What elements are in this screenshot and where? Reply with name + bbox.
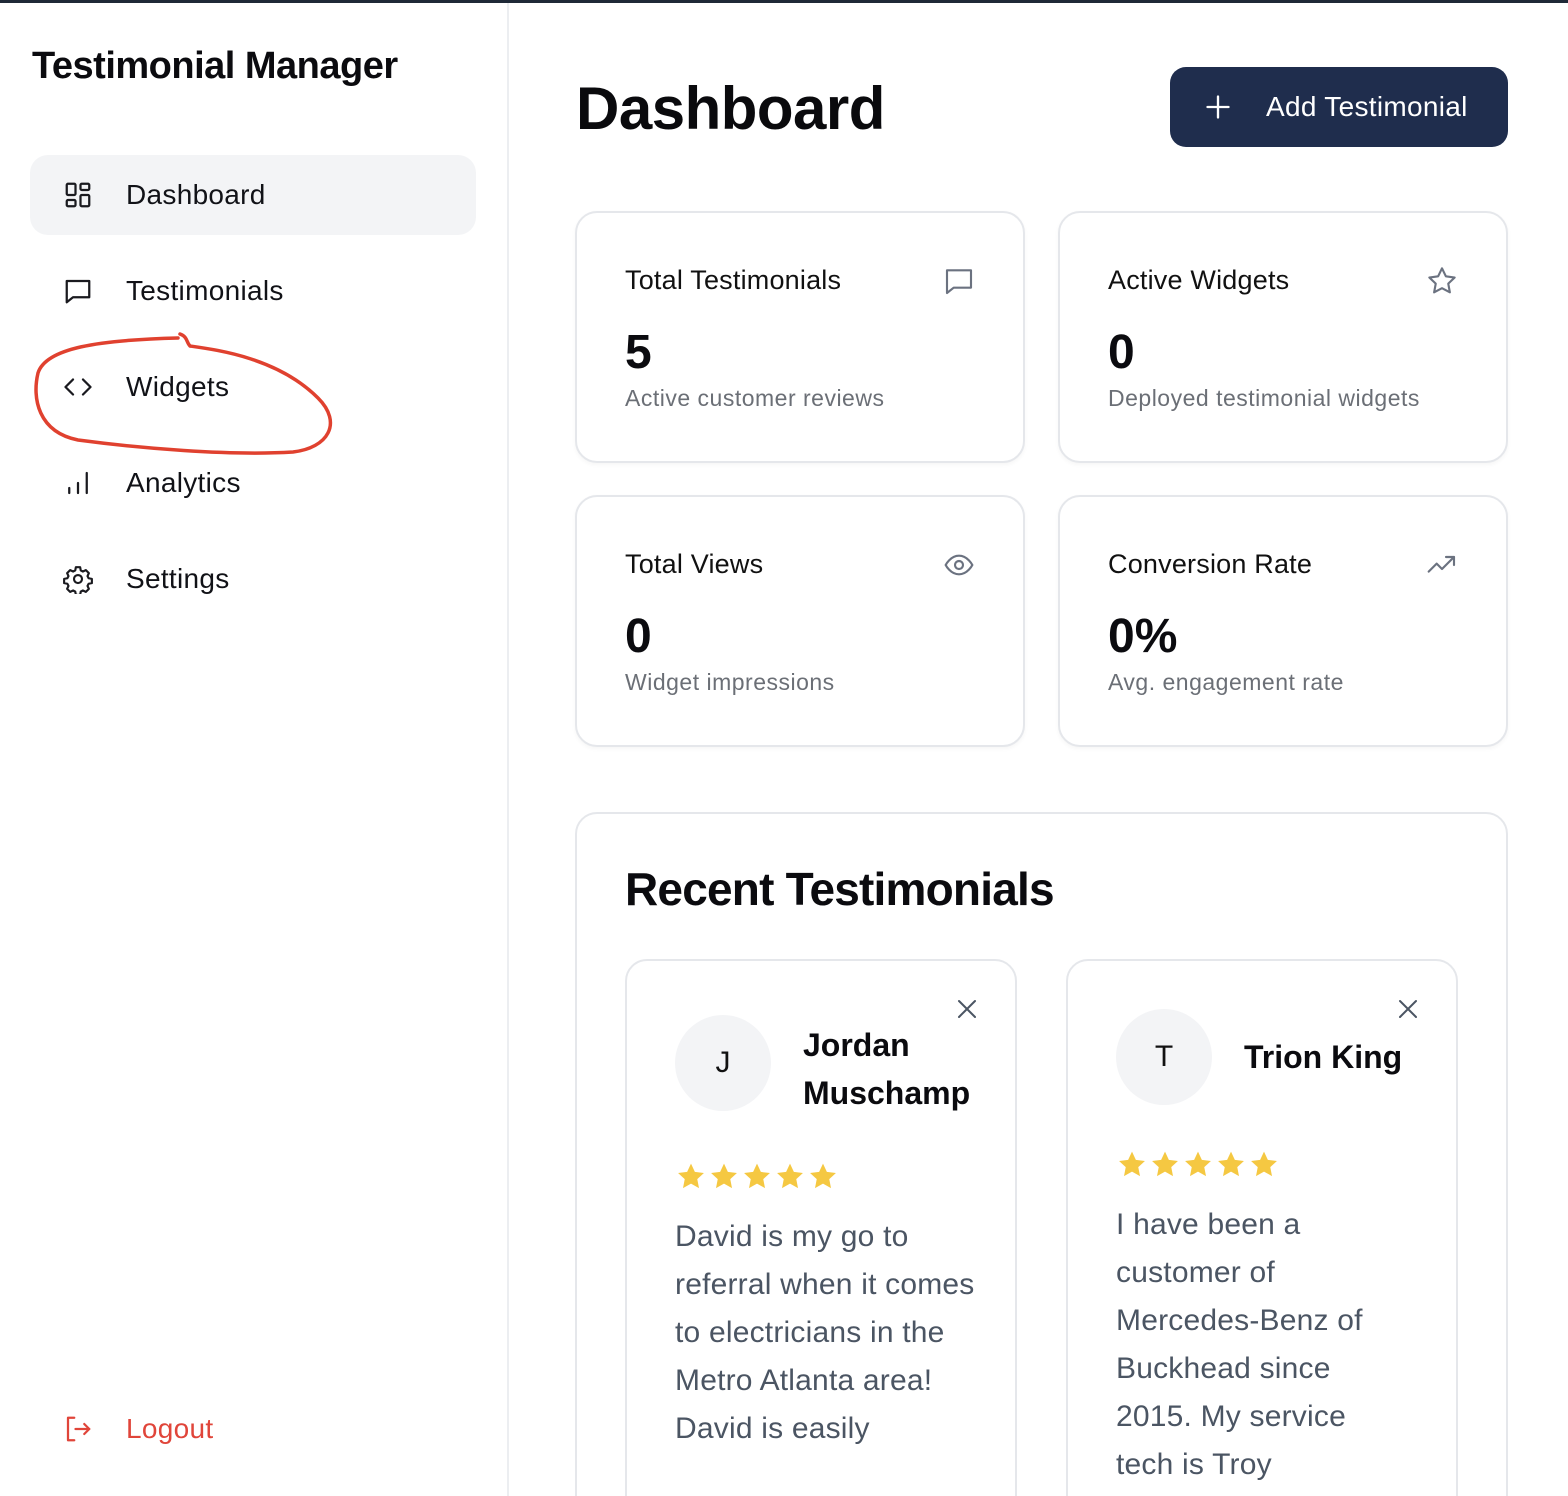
code-icon (62, 371, 94, 403)
sidebar-item-testimonials[interactable]: Testimonials (30, 251, 476, 331)
testimonial-text: David is my go to referral when it comes… (675, 1220, 975, 1445)
logout-button[interactable]: Logout (30, 1389, 476, 1469)
sidebar-item-settings[interactable]: Settings (30, 539, 476, 619)
stat-title: Conversion Rate (1108, 549, 1313, 579)
stat-value: 0% (1108, 610, 1178, 663)
stat-subtitle: Avg. engagement rate (1108, 669, 1344, 695)
sidebar-item-label: Widgets (126, 371, 230, 402)
stat-card-total-testimonials: Total Testimonials 5 Active customer rev… (575, 211, 1025, 463)
stat-card-conversion-rate: Conversion Rate 0% Avg. engagement rate (1058, 495, 1508, 747)
testimonial-card: T Trion King I have been a customer of M… (1066, 959, 1458, 1496)
eye-icon (943, 549, 975, 581)
stat-title: Active Widgets (1108, 265, 1290, 295)
app-title: Testimonial Manager (32, 45, 398, 87)
star-icon (1185, 1151, 1211, 1177)
message-square-icon (62, 275, 94, 307)
stat-value: 0 (625, 610, 652, 663)
star-outline-icon (1426, 265, 1458, 297)
stat-card-total-views: Total Views 0 Widget impressions (575, 495, 1025, 747)
logout-icon (62, 1413, 94, 1445)
stat-subtitle: Widget impressions (625, 669, 835, 695)
trending-up-icon (1426, 549, 1458, 581)
sidebar-item-analytics[interactable]: Analytics (30, 443, 476, 523)
dashboard-grid-icon (62, 179, 94, 211)
star-icon (1218, 1151, 1244, 1177)
recent-testimonials-title: Recent Testimonials (625, 863, 1055, 915)
sidebar-item-widgets[interactable]: Widgets (30, 347, 476, 427)
testimonial-author: Trion King (1244, 1039, 1403, 1075)
sidebar: Testimonial Manager Dashboard Testimonia… (0, 3, 509, 1496)
sidebar-item-label: Dashboard (126, 179, 266, 210)
recent-testimonials-panel: Recent Testimonials J Jordan Muschamp Da… (575, 812, 1508, 1496)
page-title: Dashboard (576, 75, 885, 142)
add-testimonial-label: Add Testimonial (1266, 91, 1468, 122)
stat-title: Total Testimonials (625, 265, 842, 295)
star-rating (1116, 1149, 1280, 1181)
sidebar-item-label: Testimonials (126, 275, 284, 306)
close-icon[interactable] (1396, 997, 1420, 1021)
testimonial-author: Jordan Muschamp (803, 1027, 971, 1111)
testimonial-card: J Jordan Muschamp David is my go to refe… (625, 959, 1017, 1496)
avatar: J (675, 1015, 771, 1111)
star-icon (711, 1163, 737, 1189)
testimonial-text: I have been a customer of Mercedes-Benz … (1116, 1208, 1363, 1481)
star-icon (777, 1163, 803, 1189)
bar-chart-icon (62, 467, 94, 499)
star-icon (678, 1163, 704, 1189)
add-testimonial-button[interactable]: Add Testimonial (1170, 67, 1508, 147)
star-rating (675, 1161, 839, 1193)
stat-subtitle: Deployed testimonial widgets (1108, 385, 1420, 411)
close-icon[interactable] (955, 997, 979, 1021)
stat-card-active-widgets: Active Widgets 0 Deployed testimonial wi… (1058, 211, 1508, 463)
logout-label: Logout (126, 1413, 214, 1444)
stat-value: 0 (1108, 326, 1135, 379)
stat-subtitle: Active customer reviews (625, 385, 885, 411)
star-icon (1251, 1151, 1277, 1177)
sidebar-item-dashboard[interactable]: Dashboard (30, 155, 476, 235)
avatar: T (1116, 1009, 1212, 1105)
star-icon (810, 1163, 836, 1189)
star-icon (1119, 1151, 1145, 1177)
message-square-icon (943, 265, 975, 297)
gear-icon (62, 563, 94, 595)
sidebar-item-label: Analytics (126, 467, 241, 498)
sidebar-item-label: Settings (126, 563, 230, 594)
stat-title: Total Views (625, 549, 764, 579)
star-icon (1152, 1151, 1178, 1177)
star-icon (744, 1163, 770, 1189)
plus-icon (1204, 93, 1232, 121)
stat-value: 5 (625, 326, 652, 379)
